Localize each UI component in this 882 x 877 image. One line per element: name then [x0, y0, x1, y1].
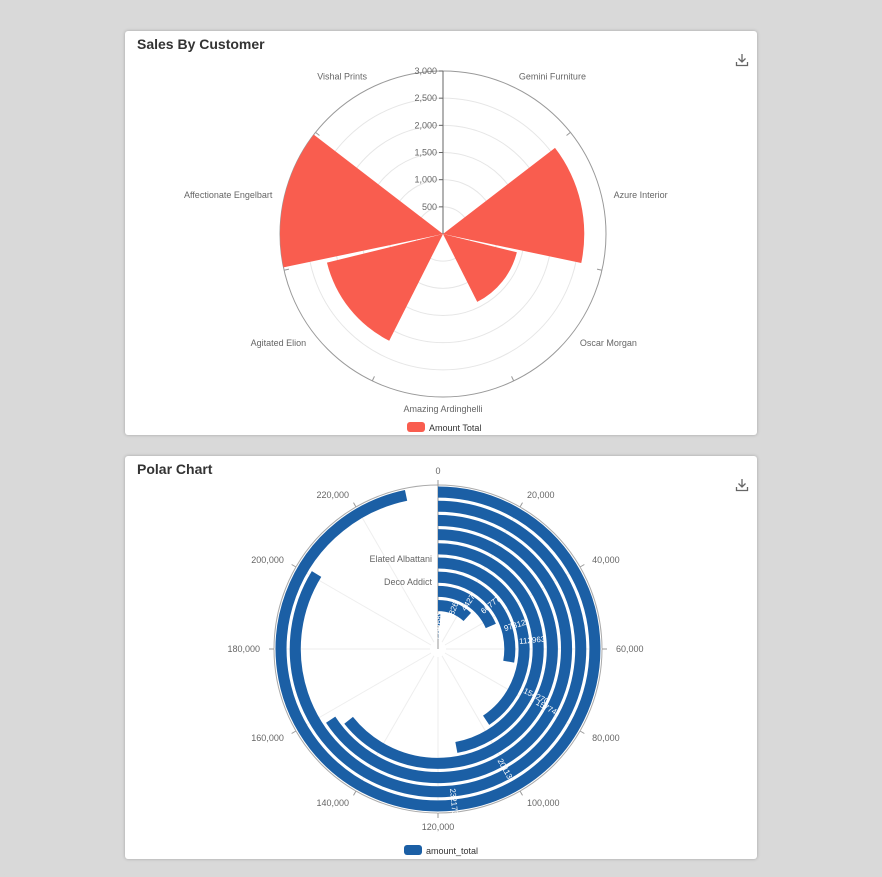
radius-tick-label: 2,500 — [414, 93, 437, 103]
angle-tick-label: 120,000 — [422, 822, 455, 832]
angle-tick — [291, 730, 297, 734]
angle-tick-label: 0 — [435, 466, 440, 476]
angle-tick — [519, 790, 523, 796]
radius-tick-label: 3,000 — [414, 66, 437, 76]
radius-tick-label: 2,000 — [414, 120, 437, 130]
legend-swatch[interactable] — [404, 845, 422, 855]
angle-tick — [566, 131, 571, 136]
radius-category-label: Elated Albattani — [369, 554, 432, 564]
angle-tick — [519, 502, 523, 508]
category-label: Affectionate Engelbart — [184, 190, 273, 200]
polar-chart-card: Polar Chart 0 20,000 40,000 60,000 80,000 100… — [125, 456, 757, 859]
angle-tick-label: 180,000 — [227, 644, 260, 654]
angle-tick-label: 40,000 — [592, 555, 620, 565]
radius-category-label: Deco Addict — [384, 577, 433, 587]
angle-tick-label: 20,000 — [527, 490, 555, 500]
category-label: Agitated Elion — [251, 338, 307, 348]
category-label: Gemini Furniture — [519, 71, 586, 81]
bar-value-label: 2685 — [434, 610, 444, 629]
angle-tick — [353, 502, 357, 508]
angle-tick — [596, 268, 603, 271]
angle-tick — [353, 790, 357, 796]
angle-tick — [371, 376, 375, 382]
angle-tick-label: 200,000 — [251, 555, 284, 565]
angle-tick — [291, 564, 297, 568]
angle-tick-label: 100,000 — [527, 798, 560, 808]
sales-by-customer-chart: 500 1,000 1,500 2,000 2,500 3,000 Gemini Furni… — [184, 66, 668, 433]
category-label: Amazing Ardinghelli — [403, 404, 482, 414]
legend-label[interactable]: amount_total — [426, 846, 478, 856]
sales-by-customer-card: Sales By Customer 500 1,000 1,500 2,000 2,50… — [125, 31, 757, 435]
radius-tick-label: 1,000 — [414, 175, 437, 185]
angle-tick-label: 220,000 — [316, 490, 349, 500]
angle-tick-label: 140,000 — [316, 798, 349, 808]
angle-tick-label: 160,000 — [251, 733, 284, 743]
category-label: Azure Interior — [614, 190, 668, 200]
angle-tick — [579, 564, 585, 568]
angle-tick-label: 60,000 — [616, 644, 644, 654]
angle-tick — [315, 131, 320, 136]
category-label: Vishal Prints — [317, 71, 367, 81]
radius-tick-label: 500 — [422, 202, 437, 212]
angle-tick — [579, 730, 585, 734]
radius-tick-label: 1,500 — [414, 148, 437, 158]
category-label: Oscar Morgan — [580, 338, 637, 348]
polar-chart: 0 20,000 40,000 60,000 80,000 100,000 120,000 1… — [227, 466, 644, 856]
legend-label[interactable]: Amount Total — [429, 423, 481, 433]
angle-tick-label: 80,000 — [592, 733, 620, 743]
angle-gridline — [355, 506, 435, 643]
angle-tick — [511, 376, 515, 382]
legend-swatch[interactable] — [407, 422, 425, 432]
angle-tick — [283, 268, 290, 271]
